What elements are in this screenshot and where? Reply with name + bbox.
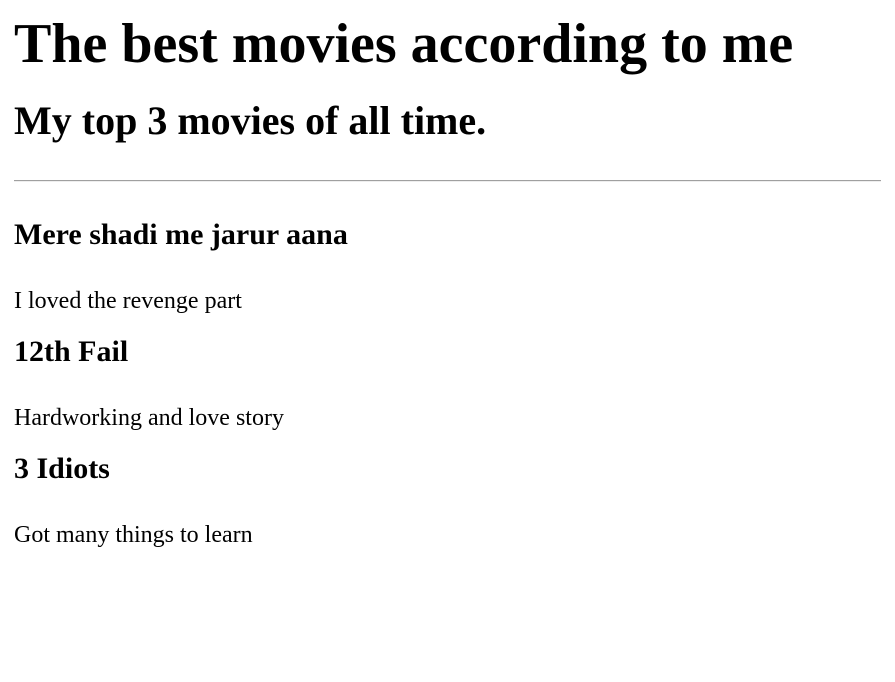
movie-item: 12th Fail Hardworking and love story <box>14 334 881 433</box>
movie-description: Hardworking and love story <box>14 405 284 431</box>
movie-description: I loved the revenge part <box>14 288 242 314</box>
page-subtitle: My top 3 movies of all time. <box>14 98 487 143</box>
page-title: The best movies according to me <box>14 13 794 75</box>
movie-title: Mere shadi me jarur aana <box>14 218 348 251</box>
movie-description: Got many things to learn <box>14 522 253 548</box>
movie-item: 3 Idiots Got many things to learn <box>14 451 881 550</box>
divider <box>14 180 881 182</box>
movie-title: 12th Fail <box>14 335 129 368</box>
movie-title: 3 Idiots <box>14 452 110 485</box>
movie-item: Mere shadi me jarur aana I loved the rev… <box>14 217 881 316</box>
movie-list: Mere shadi me jarur aana I loved the rev… <box>14 217 881 550</box>
